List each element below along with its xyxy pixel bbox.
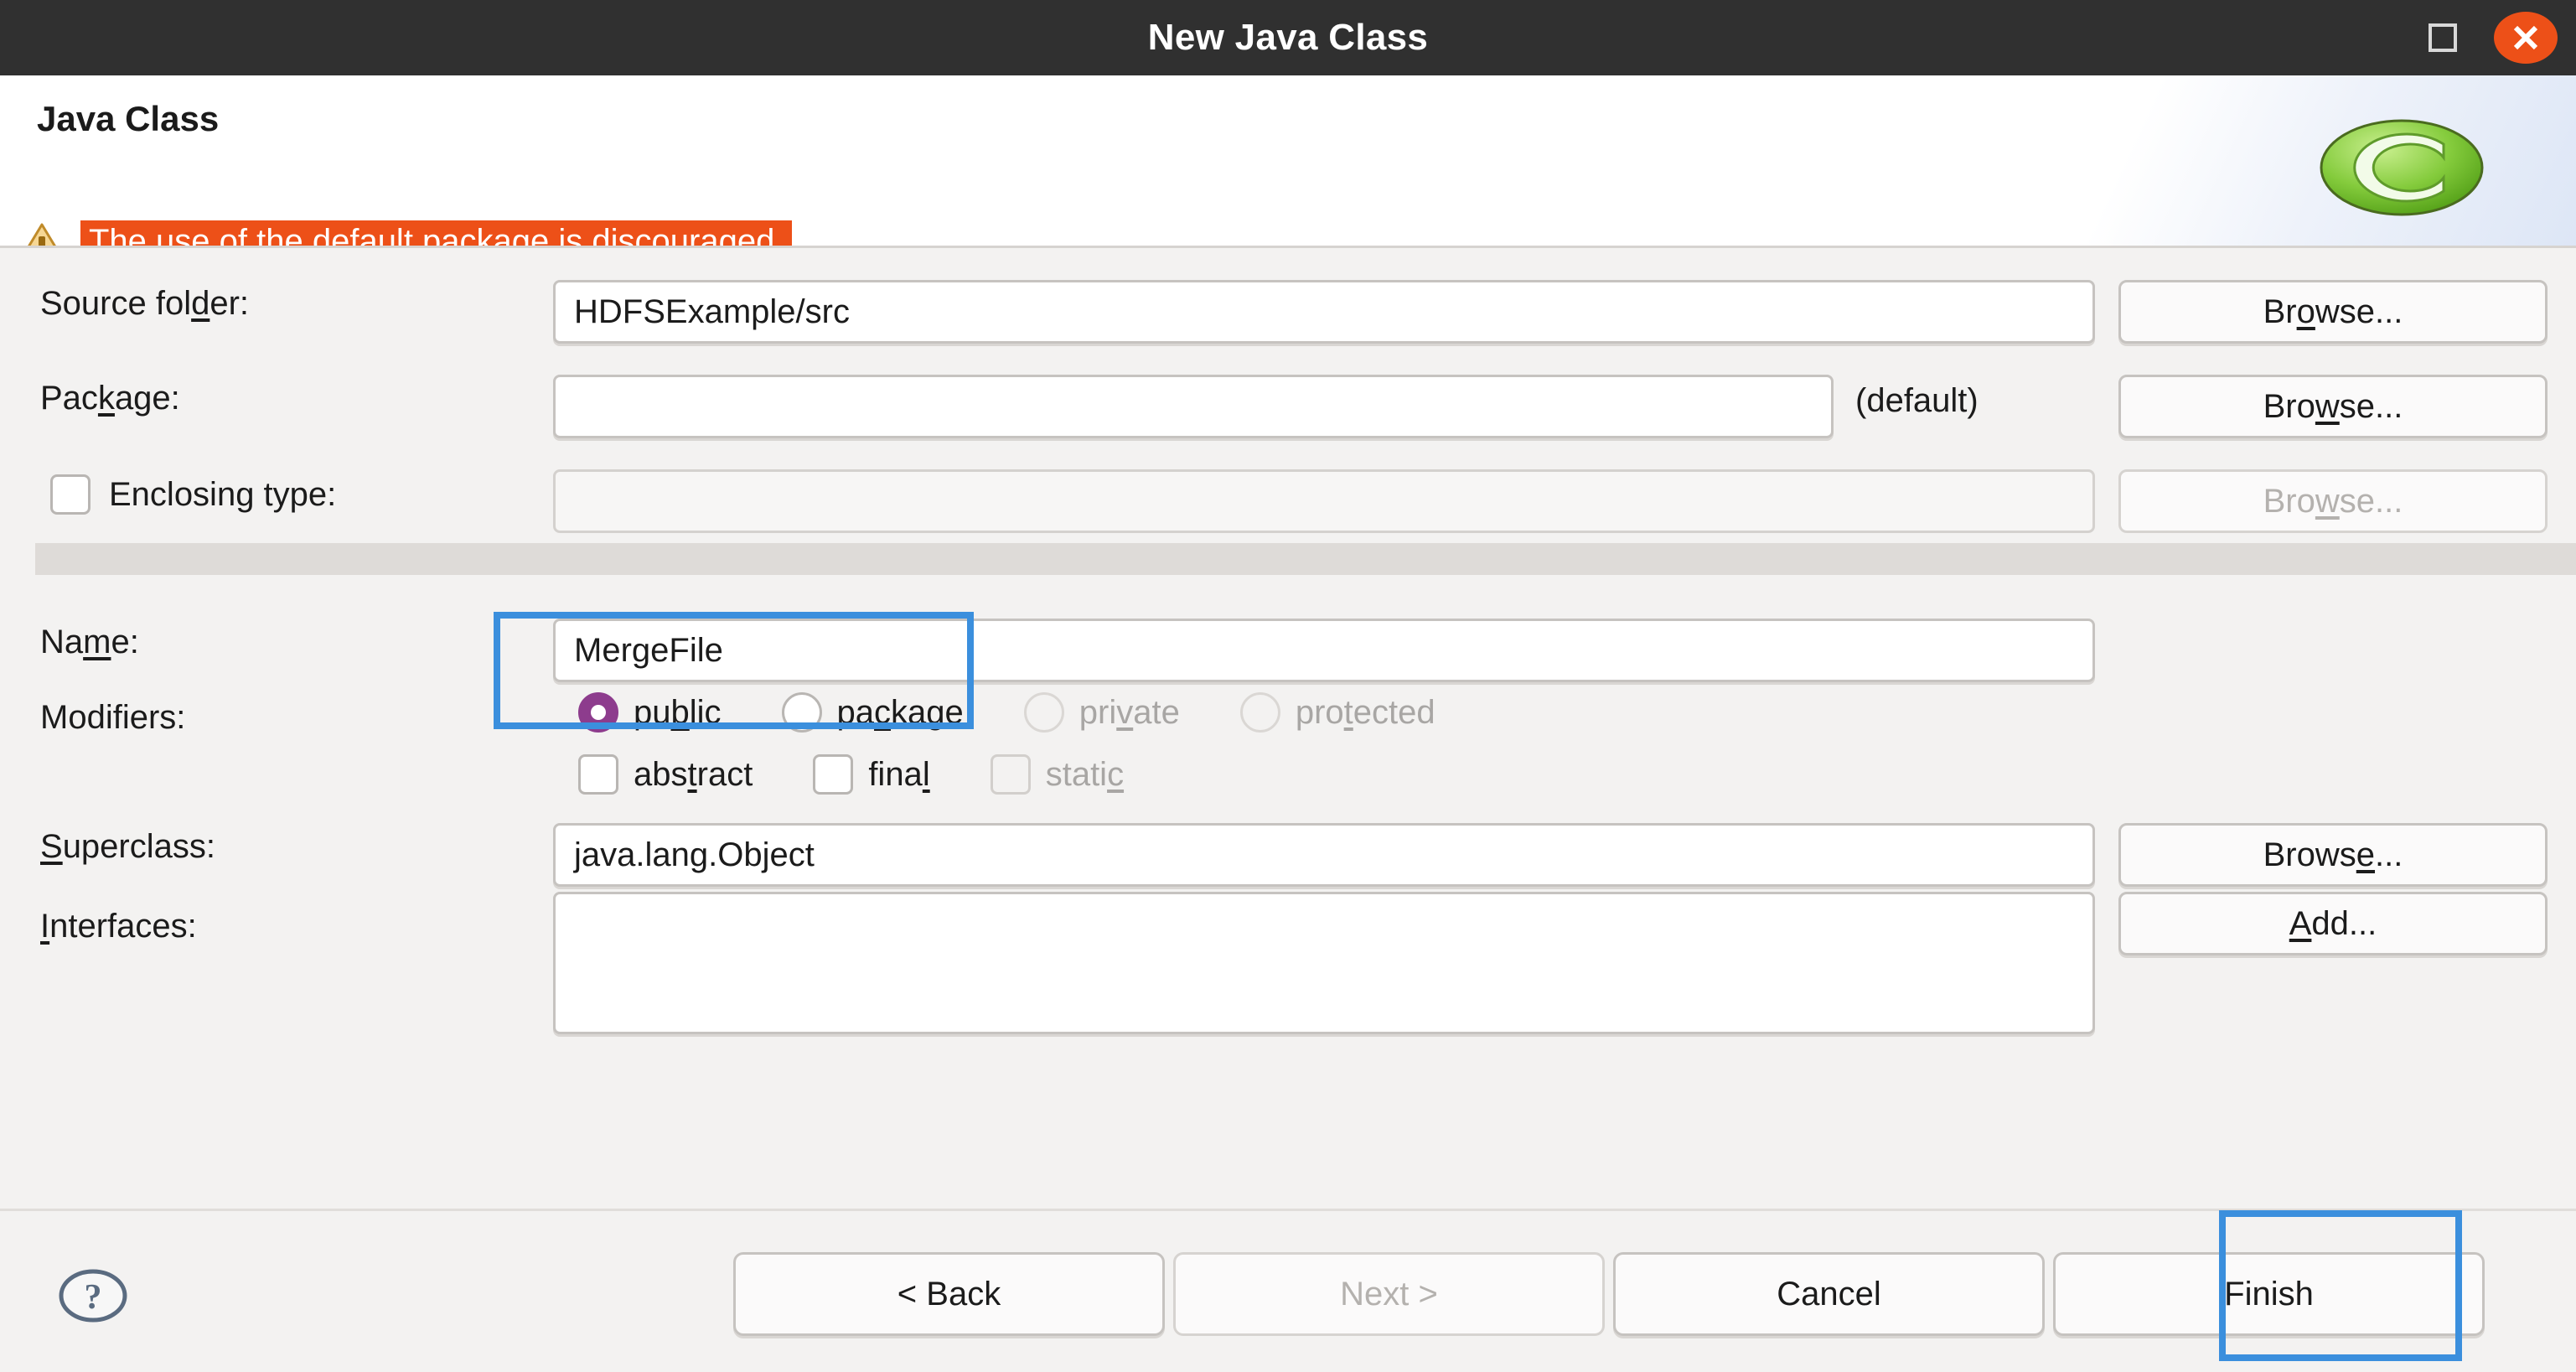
page-title: Java Class [37,99,220,138]
title-bar: New Java Class [0,0,2576,75]
checkbox-static-indicator [990,754,1031,795]
modifiers-flags-group: abstract final static [578,754,1124,795]
radio-package-indicator[interactable] [781,692,822,733]
source-folder-label: Source folder: [40,285,250,322]
name-input[interactable]: MergeFile [553,619,2095,682]
modifiers-label: Modifiers: [40,699,186,736]
superclass-row: Superclass: [40,828,215,866]
eclipse-logo-icon [2320,119,2484,216]
radio-public-indicator[interactable] [578,692,618,733]
new-java-class-dialog: New Java Class Java Class The use of the… [0,0,2576,1372]
warning-message: The use of the default package is discou… [18,220,793,248]
radio-private-label: private [1079,693,1180,731]
enclosing-type-label: Enclosing type: [109,475,337,513]
warning-text: The use of the default package is discou… [80,220,793,248]
warning-triangle-icon [26,223,58,248]
modifier-checkbox-final[interactable]: final [813,754,930,795]
finish-button[interactable]: Finish [2053,1252,2485,1336]
name-label: Name: [40,624,139,660]
maximize-icon[interactable] [2429,23,2457,52]
interfaces-add-button[interactable]: Add... [2118,892,2548,955]
footer-button-bar: < Back Next > Cancel Finish [733,1252,2493,1336]
checkbox-final-indicator[interactable] [813,754,854,795]
modifier-radio-protected: protected [1239,692,1435,733]
source-folder-value: HDFSExample/src [574,293,850,330]
radio-public-label: public [634,693,722,731]
package-row: Package: [40,380,180,417]
package-default-label: (default) [1855,382,1979,419]
checkbox-final-label: final [868,755,930,793]
radio-protected-label: protected [1295,693,1435,731]
source-folder-input[interactable]: HDFSExample/src [553,280,2095,344]
section-separator [35,543,2576,575]
radio-protected-indicator [1239,692,1280,733]
window-controls [2429,0,2558,75]
window-title: New Java Class [1147,17,1429,58]
svg-text:?: ? [85,1278,102,1317]
modifier-radio-private: private [1023,692,1180,733]
name-row: Name: [40,624,139,661]
source-folder-browse-button[interactable]: Browse... [2118,280,2548,344]
modifier-radio-public[interactable]: public [578,692,722,733]
header-gradient [2023,75,2576,248]
superclass-browse-button[interactable]: Browse... [2118,823,2548,887]
source-folder-row: Source folder: [40,285,249,323]
cancel-button[interactable]: Cancel [1613,1252,2045,1336]
interfaces-list[interactable] [553,892,2095,1034]
enclosing-type-browse-button: Browse... [2118,469,2548,533]
superclass-label: Superclass: [40,828,215,865]
interfaces-row: Interfaces: [40,908,197,945]
interfaces-label: Interfaces: [40,908,197,945]
enclosing-type-input[interactable] [553,469,2095,533]
modifiers-visibility-group: public package private protected [578,692,1435,733]
modifier-checkbox-abstract[interactable]: abstract [578,754,753,795]
enclosing-type-checkbox[interactable] [50,474,91,515]
modifier-radio-package[interactable]: package [781,692,964,733]
back-button[interactable]: < Back [733,1252,1165,1336]
superclass-value: java.lang.Object [574,836,815,873]
checkbox-abstract-label: abstract [634,755,753,793]
radio-package-label: package [836,693,964,731]
name-value: MergeFile [574,631,723,669]
dialog-header: Java Class The use of the default packag… [0,75,2576,248]
help-question-icon[interactable]: ? [59,1269,127,1323]
dialog-body: Source folder: HDFSExample/src Browse...… [0,248,2576,1209]
enclosing-type-row: Enclosing type: [50,474,336,515]
package-label: Package: [40,380,180,417]
checkbox-static-label: static [1045,755,1125,793]
close-icon[interactable] [2494,12,2558,64]
modifier-checkbox-static: static [990,754,1125,795]
modifiers-label-row: Modifiers: [40,699,185,737]
radio-private-indicator [1023,692,1064,733]
next-button: Next > [1173,1252,1605,1336]
package-browse-button[interactable]: Browse... [2118,375,2548,438]
package-input[interactable] [553,375,1834,438]
superclass-input[interactable]: java.lang.Object [553,823,2095,887]
checkbox-abstract-indicator[interactable] [578,754,618,795]
